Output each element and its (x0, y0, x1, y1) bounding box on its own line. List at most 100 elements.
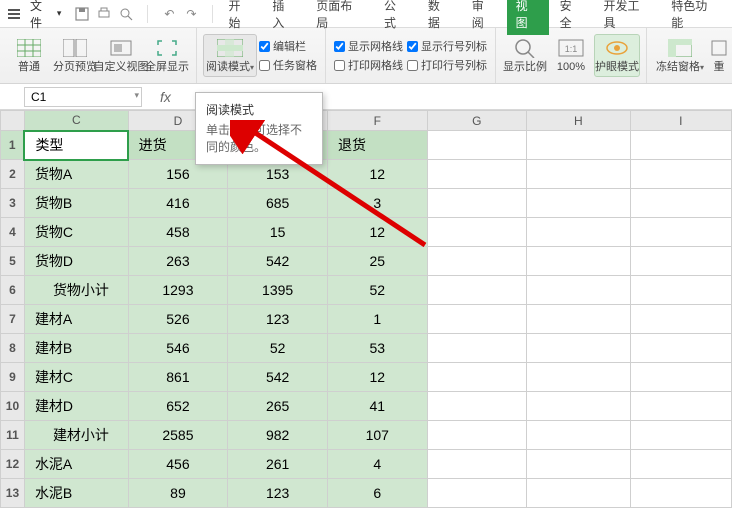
row-header-13[interactable]: 13 (1, 479, 25, 508)
cell[interactable]: 456 (128, 450, 228, 479)
check-formula-bar[interactable]: 编辑栏 (259, 38, 317, 54)
cell[interactable] (427, 276, 526, 305)
cell[interactable] (630, 421, 732, 450)
cell[interactable] (427, 363, 526, 392)
cell[interactable]: 261 (228, 450, 328, 479)
cell[interactable]: 2585 (128, 421, 228, 450)
cell[interactable] (630, 305, 732, 334)
row-header-12[interactable]: 12 (1, 450, 25, 479)
cell[interactable] (527, 479, 630, 508)
cell[interactable] (630, 334, 732, 363)
cell[interactable] (427, 218, 526, 247)
cell[interactable]: 89 (128, 479, 228, 508)
undo-icon[interactable]: ↶ (160, 5, 178, 23)
row-header-11[interactable]: 11 (1, 421, 25, 450)
cell[interactable] (527, 131, 630, 160)
cell[interactable] (427, 450, 526, 479)
cell[interactable] (427, 305, 526, 334)
check-print-rowcol[interactable]: 打印行号列标 (407, 57, 487, 73)
cell[interactable] (630, 247, 732, 276)
cell[interactable] (630, 450, 732, 479)
view-fullscreen-button[interactable]: 全屏显示 (144, 35, 190, 75)
cell[interactable]: 货物A (24, 160, 128, 189)
cell[interactable]: 652 (128, 392, 228, 421)
cell[interactable]: 542 (228, 247, 328, 276)
name-box[interactable]: C1 ▾ (24, 87, 142, 107)
cell[interactable] (630, 160, 732, 189)
preview-icon[interactable] (117, 5, 135, 23)
header-cell-out[interactable]: 退货 (327, 131, 427, 160)
cell[interactable]: 水泥A (24, 450, 128, 479)
col-header-G[interactable]: G (427, 111, 526, 131)
cell[interactable]: 416 (128, 189, 228, 218)
cell[interactable] (527, 363, 630, 392)
file-menu[interactable]: 文件 ▾ (24, 0, 67, 31)
col-header-F[interactable]: F (327, 111, 427, 131)
cell[interactable] (427, 334, 526, 363)
cell[interactable]: 542 (228, 363, 328, 392)
zoom-100-button[interactable]: 1:1 100% (548, 35, 594, 75)
cell[interactable]: 货物B (24, 189, 128, 218)
cell[interactable]: 41 (327, 392, 427, 421)
row-header-8[interactable]: 8 (1, 334, 25, 363)
cell[interactable]: 25 (327, 247, 427, 276)
cell[interactable]: 3 (327, 189, 427, 218)
cell[interactable]: 982 (228, 421, 328, 450)
cell[interactable]: 53 (327, 334, 427, 363)
cell[interactable] (427, 421, 526, 450)
hamburger-icon[interactable] (4, 9, 24, 19)
cell[interactable]: 123 (228, 479, 328, 508)
cell[interactable] (427, 189, 526, 218)
check-show-gridlines[interactable]: 显示网格线 (334, 38, 403, 54)
print-icon[interactable] (95, 5, 113, 23)
cell[interactable] (630, 218, 732, 247)
row-header-6[interactable]: 6 (1, 276, 25, 305)
cell[interactable]: 685 (228, 189, 328, 218)
cell[interactable]: 货物D (24, 247, 128, 276)
select-all-corner[interactable] (1, 111, 25, 131)
col-header-I[interactable]: I (630, 111, 732, 131)
dropdown-icon[interactable]: ▾ (134, 90, 139, 101)
cell[interactable] (527, 247, 630, 276)
row-header-9[interactable]: 9 (1, 363, 25, 392)
cell[interactable]: 265 (228, 392, 328, 421)
eye-mode-button[interactable]: 护眼模式 (594, 34, 640, 76)
cell[interactable]: 52 (228, 334, 328, 363)
row-header-2[interactable]: 2 (1, 160, 25, 189)
cell[interactable] (527, 450, 630, 479)
cell[interactable]: 建材C (24, 363, 128, 392)
check-print-gridlines[interactable]: 打印网格线 (334, 57, 403, 73)
cell[interactable] (630, 363, 732, 392)
cell[interactable]: 货物小计 (24, 276, 128, 305)
cell[interactable] (527, 276, 630, 305)
cell[interactable]: 15 (228, 218, 328, 247)
cell[interactable]: 458 (128, 218, 228, 247)
row-header-5[interactable]: 5 (1, 247, 25, 276)
cell[interactable]: 建材D (24, 392, 128, 421)
check-task-pane[interactable]: 任务窗格 (259, 57, 317, 73)
redo-icon[interactable]: ↷ (182, 5, 200, 23)
cell[interactable]: 52 (327, 276, 427, 305)
cell[interactable] (527, 218, 630, 247)
cell[interactable]: 1395 (228, 276, 328, 305)
cell[interactable]: 建材小计 (24, 421, 128, 450)
header-cell-type[interactable]: 类型 (24, 131, 128, 160)
row-header-4[interactable]: 4 (1, 218, 25, 247)
cell[interactable] (527, 334, 630, 363)
cell[interactable]: 1 (327, 305, 427, 334)
cell[interactable]: 6 (327, 479, 427, 508)
cell[interactable] (630, 276, 732, 305)
freeze-panes-button[interactable]: 冻结窗格▾ (653, 35, 707, 75)
cell[interactable]: 货物C (24, 218, 128, 247)
col-header-C[interactable]: C (24, 111, 128, 131)
cell[interactable] (427, 247, 526, 276)
cell[interactable] (427, 160, 526, 189)
cell[interactable]: 861 (128, 363, 228, 392)
cell[interactable] (427, 131, 526, 160)
cell[interactable]: 546 (128, 334, 228, 363)
cell[interactable] (527, 189, 630, 218)
cell[interactable]: 1293 (128, 276, 228, 305)
check-show-rowcol[interactable]: 显示行号列标 (407, 38, 487, 54)
row-header-1[interactable]: 1 (1, 131, 25, 160)
cell[interactable] (527, 392, 630, 421)
